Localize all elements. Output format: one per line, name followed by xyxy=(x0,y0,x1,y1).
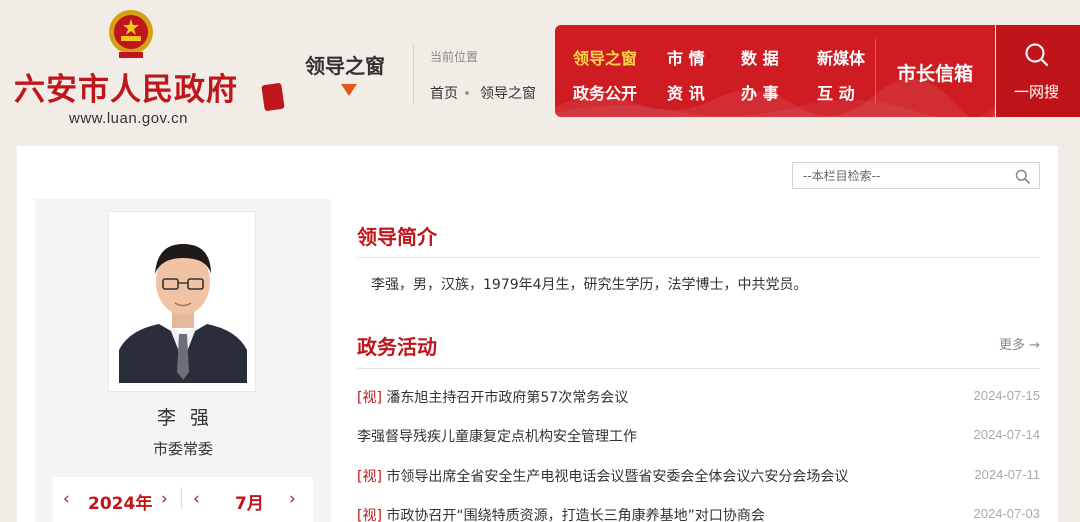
leader-photo xyxy=(108,211,256,392)
list-item[interactable]: 李强督导残疾儿童康复定点机构安全管理工作 2024-07-14 xyxy=(357,426,1040,465)
prev-year-chevron-icon[interactable]: ‹ xyxy=(63,489,70,509)
activities-heading: 政务活动 xyxy=(357,335,437,359)
activity-date: 2024-07-15 xyxy=(973,388,1041,403)
main-panel: 李强 市委常委 ‹ 2024年 › ‹ 7月 › 领导简介 李强，男，汉族，19… xyxy=(17,146,1058,522)
leader-title: 市委常委 xyxy=(152,440,213,458)
calendar-year[interactable]: 2024年 xyxy=(88,489,152,514)
nav-item-services[interactable]: 办 事 xyxy=(741,80,779,104)
prev-month-chevron-icon[interactable]: ‹ xyxy=(193,489,200,509)
next-month-chevron-icon[interactable]: › xyxy=(289,489,296,509)
activity-title-text: 市政协召开“围绕特质资源，打造长三角康养基地”对口协商会 xyxy=(386,507,765,522)
content-column: 领导简介 李强，男，汉族，1979年4月生，研究生学历，法学博士，中共党员。 政… xyxy=(357,146,1040,522)
breadcrumb-current[interactable]: 领导之窗 xyxy=(480,83,536,103)
next-year-chevron-icon[interactable]: › xyxy=(161,489,168,509)
profile-text: 李强，男，汉族，1979年4月生，研究生学历，法学博士，中共党员。 xyxy=(371,277,808,293)
divider xyxy=(357,368,1040,369)
activity-date: 2024-07-14 xyxy=(973,427,1041,443)
nav-item-news[interactable]: 资 讯 xyxy=(667,80,705,104)
nav-item-interaction[interactable]: 互 动 xyxy=(817,80,855,104)
activity-title[interactable]: [视] 市政协召开“围绕特质资源，打造长三角康养基地”对口协商会 xyxy=(357,505,765,522)
search-icon xyxy=(1025,43,1049,67)
nav-item-gov-affairs[interactable]: 政务公开 xyxy=(573,80,637,104)
activity-date: 2024-07-03 xyxy=(973,505,1041,521)
list-item[interactable]: [视] 潘东旭主持召开市政府第57次常务会议 2024-07-15 xyxy=(357,387,1040,426)
triangle-down-icon xyxy=(341,84,357,96)
nav-item-data[interactable]: 数 据 xyxy=(741,45,779,69)
section-name: 领导之窗 xyxy=(305,54,385,78)
divider xyxy=(357,257,1040,258)
leader-name: 李强 xyxy=(156,407,223,429)
more-link-label: 更多 xyxy=(998,338,1025,353)
site-title[interactable]: 六安市人民政府 xyxy=(14,64,238,109)
video-tag: [视] xyxy=(357,507,382,522)
leader-portrait-image xyxy=(119,222,247,383)
nav-item-leaders[interactable]: 领导之窗 xyxy=(573,45,637,69)
global-search-button[interactable]: 一网搜 xyxy=(996,25,1080,117)
divider xyxy=(413,44,414,104)
profile-heading: 领导简介 xyxy=(357,225,437,249)
breadcrumb-home[interactable]: 首页 xyxy=(430,83,458,103)
global-search-label: 一网搜 xyxy=(1014,83,1060,101)
calendar-month[interactable]: 7月 xyxy=(235,489,264,514)
activity-list: [视] 潘东旭主持召开市政府第57次常务会议 2024-07-15 李强督导残疾… xyxy=(357,387,1040,522)
mayor-mailbox-link[interactable]: 市长信箱 xyxy=(897,59,973,86)
activity-title[interactable]: 李强督导残疾儿童康复定点机构安全管理工作 xyxy=(357,426,637,446)
more-link[interactable]: 更多 → xyxy=(999,334,1040,353)
list-item[interactable]: [视] 市政协召开“围绕特质资源，打造长三角康养基地”对口协商会 2024-07… xyxy=(357,505,1040,522)
site-url[interactable]: www.luan.gov.cn xyxy=(69,110,188,127)
calendar-divider xyxy=(181,487,182,509)
main-nav: 领导之窗 市 情 数 据 新媒体 政务公开 资 讯 办 事 互 动 市长信箱 xyxy=(555,25,995,117)
arrow-right-icon: → xyxy=(1029,338,1040,353)
activity-title-text: 潘东旭主持召开市政府第57次常务会议 xyxy=(386,390,629,406)
site-header: 六安市人民政府 www.luan.gov.cn 领导之窗 当前位置 首页 领导之… xyxy=(0,0,1080,135)
current-position-label: 当前位置 xyxy=(430,50,479,64)
activity-date: 2024-07-11 xyxy=(974,466,1040,482)
leader-card: 李强 市委常委 ‹ 2024年 › ‹ 7月 › xyxy=(35,199,331,522)
national-emblem-icon xyxy=(109,10,153,58)
nav-item-new-media[interactable]: 新媒体 xyxy=(817,45,865,69)
activity-title[interactable]: [视] 市领导出席全省安全生产电视电话会议暨省安委会全体会议六安分会场会议 xyxy=(357,466,848,486)
breadcrumb-separator xyxy=(465,91,469,95)
nav-divider xyxy=(875,39,876,103)
activity-title-text: 市领导出席全省安全生产电视电话会议暨省安委会全体会议六安分会场会议 xyxy=(386,468,849,485)
calendar-selector: ‹ 2024年 › ‹ 7月 › xyxy=(53,477,313,522)
list-item[interactable]: [视] 市领导出席全省安全生产电视电话会议暨省安委会全体会议六安分会场会议 20… xyxy=(357,466,1040,505)
video-tag: [视] xyxy=(357,468,382,485)
video-tag: [视] xyxy=(357,390,382,406)
activity-title-text: 李强督导残疾儿童康复定点机构安全管理工作 xyxy=(357,429,637,446)
seal-icon xyxy=(261,82,285,112)
activity-title[interactable]: [视] 潘东旭主持召开市政府第57次常务会议 xyxy=(357,387,628,407)
nav-item-city-info[interactable]: 市 情 xyxy=(667,45,705,69)
